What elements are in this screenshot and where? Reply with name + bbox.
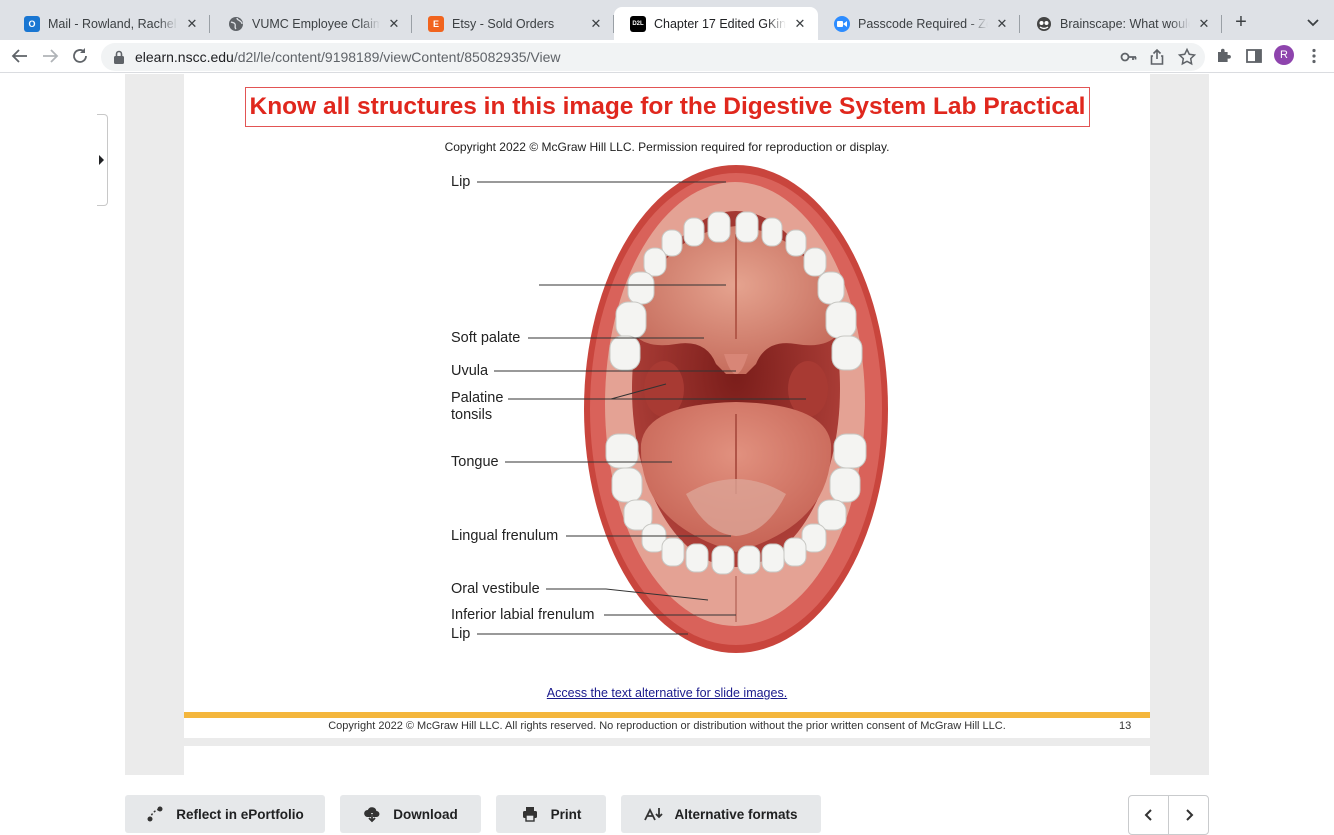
tab-title: Brainscape: What would you like <box>1060 16 1190 31</box>
tab-title: VUMC Employee Claim <box>252 16 380 31</box>
sidebar-toggle[interactable] <box>97 114 108 206</box>
label-tongue: Tongue <box>451 454 499 470</box>
kebab-menu-icon[interactable] <box>1304 46 1324 66</box>
close-icon[interactable]: ✕ <box>994 16 1010 32</box>
slide-title: Know all structures in this image for th… <box>245 87 1090 127</box>
tab-title: Chapter 17 Edited GKing - D2L <box>654 16 786 31</box>
download-label: Download <box>393 806 458 822</box>
share-icon[interactable] <box>1147 47 1167 67</box>
label-inferior-labial-frenulum: Inferior labial frenulum <box>451 607 595 623</box>
label-uvula: Uvula <box>451 363 489 379</box>
alternative-formats-label: Alternative formats <box>674 806 798 822</box>
slide-pager <box>1128 795 1209 835</box>
close-icon[interactable]: ✕ <box>386 16 402 32</box>
label-lip-bottom: Lip <box>451 626 471 642</box>
print-button[interactable]: Print <box>496 795 606 833</box>
tab-d2l-active[interactable]: D2L Chapter 17 Edited GKing - D2L ✕ <box>614 7 818 40</box>
lock-icon <box>113 50 125 64</box>
tab-title: Mail - Rowland, Rachel - Outlook <box>48 16 178 31</box>
slide-copyright: Copyright 2022 © McGraw Hill LLC. Permis… <box>444 140 890 154</box>
bookmark-star-icon[interactable] <box>1177 47 1197 67</box>
reload-icon[interactable] <box>69 45 91 67</box>
reflect-label: Reflect in ePortfolio <box>176 806 304 822</box>
printer-icon <box>521 805 539 823</box>
label-lingual-frenulum: Lingual frenulum <box>451 528 559 544</box>
page-content: Know all structures in this image for th… <box>0 74 1334 835</box>
key-icon[interactable] <box>1119 47 1139 67</box>
extensions-icon[interactable] <box>1214 46 1234 66</box>
close-icon[interactable]: ✕ <box>792 16 808 32</box>
slide-page: Know all structures in this image for th… <box>184 74 1150 738</box>
alternative-formats-icon <box>644 805 664 823</box>
cloud-download-icon <box>363 805 381 823</box>
slide-footer-rule <box>184 712 1150 718</box>
outlook-icon: O <box>24 15 40 32</box>
chevron-right-icon <box>1185 809 1193 821</box>
tab-outlook[interactable]: O Mail - Rowland, Rachel - Outlook ✕ <box>8 7 210 40</box>
url-text: elearn.nscc.edu/d2l/le/content/9198189/v… <box>135 49 561 65</box>
forward-icon[interactable] <box>39 45 61 67</box>
address-bar[interactable]: elearn.nscc.edu/d2l/le/content/9198189/v… <box>101 43 1205 71</box>
caret-right-icon <box>99 155 104 165</box>
download-button[interactable]: Download <box>340 795 481 833</box>
label-lip-top: Lip <box>451 174 471 190</box>
slide-footer-copyright: Copyright 2022 © McGraw Hill LLC. All ri… <box>328 720 1006 732</box>
tab-vumc[interactable]: VUMC Employee Claim ✕ <box>212 7 412 40</box>
d2l-icon: D2L <box>630 15 646 32</box>
previous-page-button[interactable] <box>1129 796 1168 834</box>
label-oral-vestibule: Oral vestibule <box>451 581 540 597</box>
tab-zoom[interactable]: Passcode Required - Zoom ✕ <box>818 7 1020 40</box>
tab-title: Etsy - Sold Orders <box>452 16 555 31</box>
action-bar: Reflect in ePortfolio Download Print Alt… <box>0 775 1334 835</box>
close-icon[interactable]: ✕ <box>588 16 604 32</box>
close-icon[interactable]: ✕ <box>184 16 200 32</box>
tab-brainscape[interactable]: Brainscape: What would you like ✕ <box>1020 7 1222 40</box>
close-icon[interactable]: ✕ <box>1196 16 1212 32</box>
brainscape-icon <box>1036 16 1052 32</box>
tab-title: Passcode Required - Zoom <box>858 16 988 31</box>
etsy-icon: E <box>428 15 444 32</box>
print-label: Print <box>550 806 582 822</box>
eportfolio-icon <box>146 805 164 823</box>
label-palatine-tonsils: Palatine tonsils <box>451 390 504 423</box>
globe-icon <box>228 16 244 32</box>
side-panel-icon[interactable] <box>1244 46 1264 66</box>
chevron-down-icon[interactable] <box>1303 12 1323 32</box>
zoom-icon <box>834 15 850 32</box>
next-slide-page <box>184 746 1150 775</box>
label-soft-palate: Soft palate <box>451 330 521 346</box>
alternative-formats-button[interactable]: Alternative formats <box>621 795 821 833</box>
browser-tab-strip: O Mail - Rowland, Rachel - Outlook ✕ VUM… <box>0 0 1334 40</box>
slide-page-number: 13 <box>1119 720 1132 732</box>
reflect-eportfolio-button[interactable]: Reflect in ePortfolio <box>125 795 325 833</box>
browser-toolbar: elearn.nscc.edu/d2l/le/content/9198189/v… <box>0 40 1334 73</box>
text-alternative-link[interactable]: Access the text alternative for slide im… <box>184 686 1150 700</box>
tab-etsy[interactable]: E Etsy - Sold Orders ✕ <box>412 7 614 40</box>
next-page-button[interactable] <box>1168 796 1208 834</box>
profile-avatar[interactable]: R <box>1274 45 1294 65</box>
back-icon[interactable] <box>9 45 31 67</box>
chevron-left-icon <box>1144 809 1152 821</box>
new-tab-icon[interactable]: + <box>1229 10 1253 34</box>
